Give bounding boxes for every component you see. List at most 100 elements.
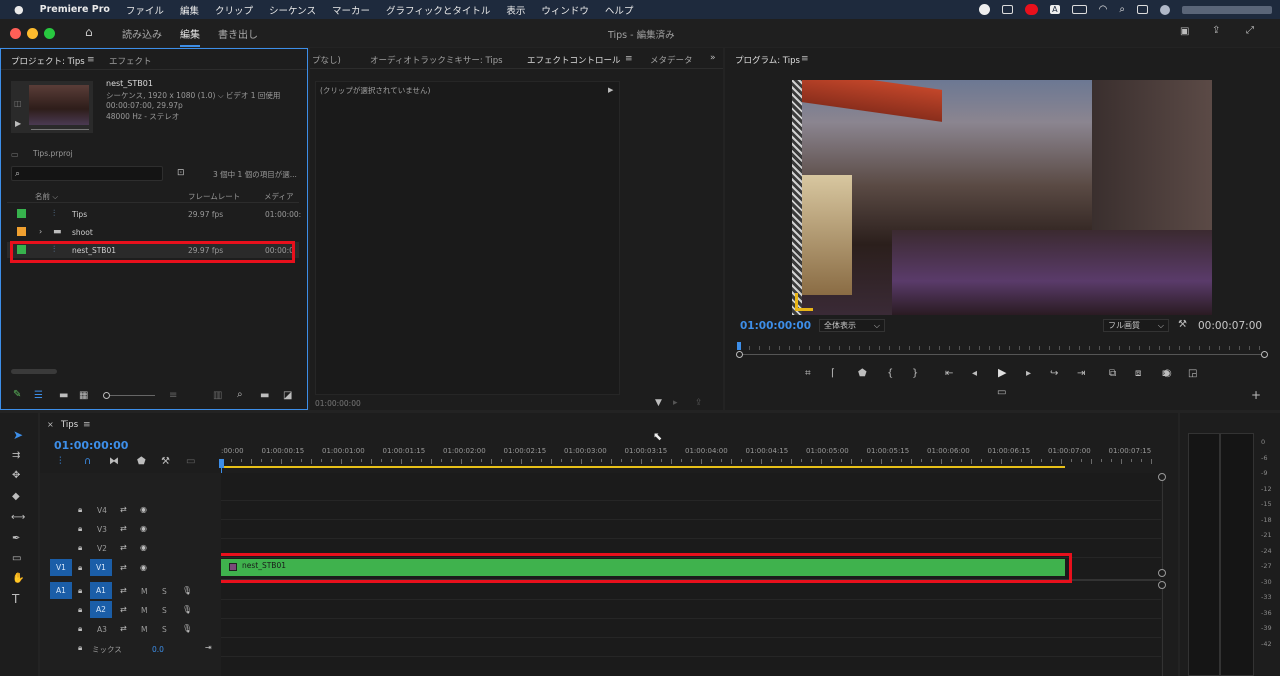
pen-tool-icon[interactable]: ✒ xyxy=(12,534,20,544)
work-area-bar[interactable] xyxy=(221,466,1065,468)
microphone-icon[interactable]: 🎙︎ xyxy=(182,605,192,615)
track-target-v1[interactable]: V1 xyxy=(90,559,112,576)
thumbnail-scrubber[interactable] xyxy=(31,129,89,130)
program-timecode-current[interactable]: 01:00:00:00 xyxy=(740,320,811,332)
panel-menu-icon[interactable]: ≡ xyxy=(83,420,91,430)
label-color-swatch[interactable] xyxy=(17,227,26,236)
lock-icon[interactable]: 🔒︎ xyxy=(78,563,82,573)
pencil-icon[interactable]: ✎ xyxy=(13,390,21,400)
sync-lock-icon[interactable]: ⇄ xyxy=(120,505,127,515)
track-target-a1[interactable]: A1 xyxy=(90,582,112,599)
user-icon[interactable] xyxy=(1160,4,1170,15)
go-to-in-icon[interactable]: ⇤ xyxy=(945,369,953,379)
icon-view-icon[interactable]: ▬ xyxy=(59,391,68,401)
tab-export[interactable]: 書き出し xyxy=(218,26,258,41)
list-item[interactable]: › ▬ shoot xyxy=(7,224,299,240)
step-back-icon[interactable]: ◂ xyxy=(972,369,977,379)
panel-menu-icon[interactable]: ≡ xyxy=(625,54,633,64)
hand-tool-icon[interactable]: ✋ xyxy=(12,574,24,584)
menu-help[interactable]: ヘルプ xyxy=(605,3,634,17)
share-icon[interactable]: ⇪ xyxy=(1212,26,1220,36)
close-tab-icon[interactable]: × xyxy=(47,420,54,430)
eye-icon[interactable]: ◉ xyxy=(140,505,147,515)
wrench-icon[interactable]: ⚒ xyxy=(1178,320,1187,330)
sync-lock-icon[interactable]: ⇄ xyxy=(120,524,127,534)
lock-icon[interactable]: 🔒︎ xyxy=(78,643,82,653)
automate-to-sequence-icon[interactable]: ▥ xyxy=(213,391,222,401)
menu-window[interactable]: ウィンドウ xyxy=(541,3,589,17)
quick-export-icon[interactable]: ▣ xyxy=(1180,27,1189,37)
tab-source[interactable]: プなし) xyxy=(312,54,341,66)
source-patch-a1[interactable]: A1 xyxy=(50,582,72,599)
loop-icon[interactable]: ↪ xyxy=(1050,369,1058,379)
tab-effect-controls[interactable]: エフェクトコントロール xyxy=(527,54,621,69)
expand-right-icon[interactable]: ▶ xyxy=(608,85,613,95)
sync-lock-icon[interactable]: ⇄ xyxy=(120,563,127,573)
column-name[interactable]: 名前 ⌵ xyxy=(35,191,58,202)
label-color-swatch[interactable] xyxy=(17,209,26,218)
solo-button[interactable]: S xyxy=(162,625,167,634)
lock-icon[interactable]: 🔒︎ xyxy=(78,543,82,553)
find-icon[interactable]: ⌕ xyxy=(237,390,243,400)
playhead-head[interactable] xyxy=(219,459,224,468)
menu-file[interactable]: ファイル xyxy=(126,3,164,17)
sync-lock-icon[interactable]: ⇄ xyxy=(120,624,127,634)
menu-app-name[interactable]: Premiere Pro xyxy=(40,4,110,15)
freeform-view-icon[interactable]: ▦ xyxy=(79,391,88,401)
timeline-timecode[interactable]: 01:00:00:00 xyxy=(54,439,128,452)
tab-project[interactable]: プロジェクト: Tips xyxy=(11,55,85,70)
screen-icon[interactable] xyxy=(1002,5,1014,14)
eye-icon[interactable]: ◉ xyxy=(140,563,147,573)
vertical-scroll-track[interactable] xyxy=(1162,481,1163,569)
sync-lock-icon[interactable]: ⇄ xyxy=(120,586,127,596)
new-search-bin-icon[interactable]: ⊡ xyxy=(177,168,185,178)
microphone-icon[interactable]: 🎙︎ xyxy=(182,624,192,634)
tab-metadata[interactable]: メタデータ xyxy=(650,54,693,66)
lock-icon[interactable]: 🔒︎ xyxy=(78,505,82,515)
mark-clip-icon[interactable]: } xyxy=(912,369,918,379)
lock-icon[interactable]: 🔒︎ xyxy=(78,624,82,634)
search-input[interactable] xyxy=(26,168,160,179)
track-select-tool-icon[interactable]: ⇉ xyxy=(12,451,20,461)
sync-lock-icon[interactable]: ⇄ xyxy=(120,605,127,615)
snap-icon[interactable]: ∩ xyxy=(84,457,91,467)
panel-menu-icon[interactable]: ≡ xyxy=(801,54,809,64)
step-forward-icon[interactable]: ▸ xyxy=(1026,369,1031,379)
tab-program[interactable]: プログラム: Tips xyxy=(735,54,800,66)
list-view-icon[interactable]: ☰ xyxy=(34,391,43,401)
menu-clip[interactable]: クリップ xyxy=(215,3,253,17)
input-source-icon[interactable]: A xyxy=(1050,5,1060,14)
slip-tool-icon[interactable]: ⟷ xyxy=(11,513,25,523)
mute-button[interactable]: M xyxy=(141,606,147,615)
menu-sequence[interactable]: シーケンス xyxy=(269,3,316,17)
program-scrubber[interactable] xyxy=(736,342,1268,358)
mark-out-icon[interactable]: { xyxy=(887,369,893,379)
menu-marker[interactable]: マーカー xyxy=(332,3,370,17)
column-media[interactable]: メディア xyxy=(264,191,293,202)
sort-icons-icon[interactable]: ≡ xyxy=(169,391,177,401)
lock-icon[interactable]: 🔒︎ xyxy=(78,586,82,596)
play-icon[interactable]: ▶ xyxy=(998,367,1006,378)
new-bin-icon[interactable]: ▬ xyxy=(260,391,269,401)
mark-in-icon[interactable]: ⌈ xyxy=(831,369,835,379)
comparison-view-icon[interactable]: ◲ xyxy=(1188,369,1197,379)
microphone-icon[interactable]: 🎙︎ xyxy=(182,586,192,596)
in-point-handle[interactable] xyxy=(736,351,743,358)
mute-button[interactable]: M xyxy=(141,625,147,634)
settings-wrench-icon[interactable]: ⚒ xyxy=(161,457,170,467)
expand-chevron-icon[interactable]: › xyxy=(39,227,42,237)
zoom-window-button[interactable] xyxy=(44,28,55,39)
tab-audio-track-mixer[interactable]: オーディオトラックミキサー: Tips xyxy=(370,54,503,66)
type-tool-icon[interactable]: T xyxy=(12,593,19,605)
selection-tool-icon[interactable]: ➤ xyxy=(13,429,23,441)
tab-import[interactable]: 読み込み xyxy=(122,26,162,41)
vr-video-icon[interactable]: ▭ xyxy=(997,388,1006,398)
add-button-icon[interactable]: + xyxy=(1251,389,1261,401)
captions-icon[interactable]: ▭ xyxy=(186,457,195,467)
zoom-slider[interactable] xyxy=(103,392,155,399)
jump-to-end-icon[interactable]: ⇥ xyxy=(205,643,212,653)
creative-cloud-icon[interactable] xyxy=(1025,4,1039,15)
razor-tool-icon[interactable]: ◆ xyxy=(12,492,20,502)
menu-edit[interactable]: 編集 xyxy=(180,3,199,17)
camera-icon[interactable]: ◉ xyxy=(1163,369,1172,379)
